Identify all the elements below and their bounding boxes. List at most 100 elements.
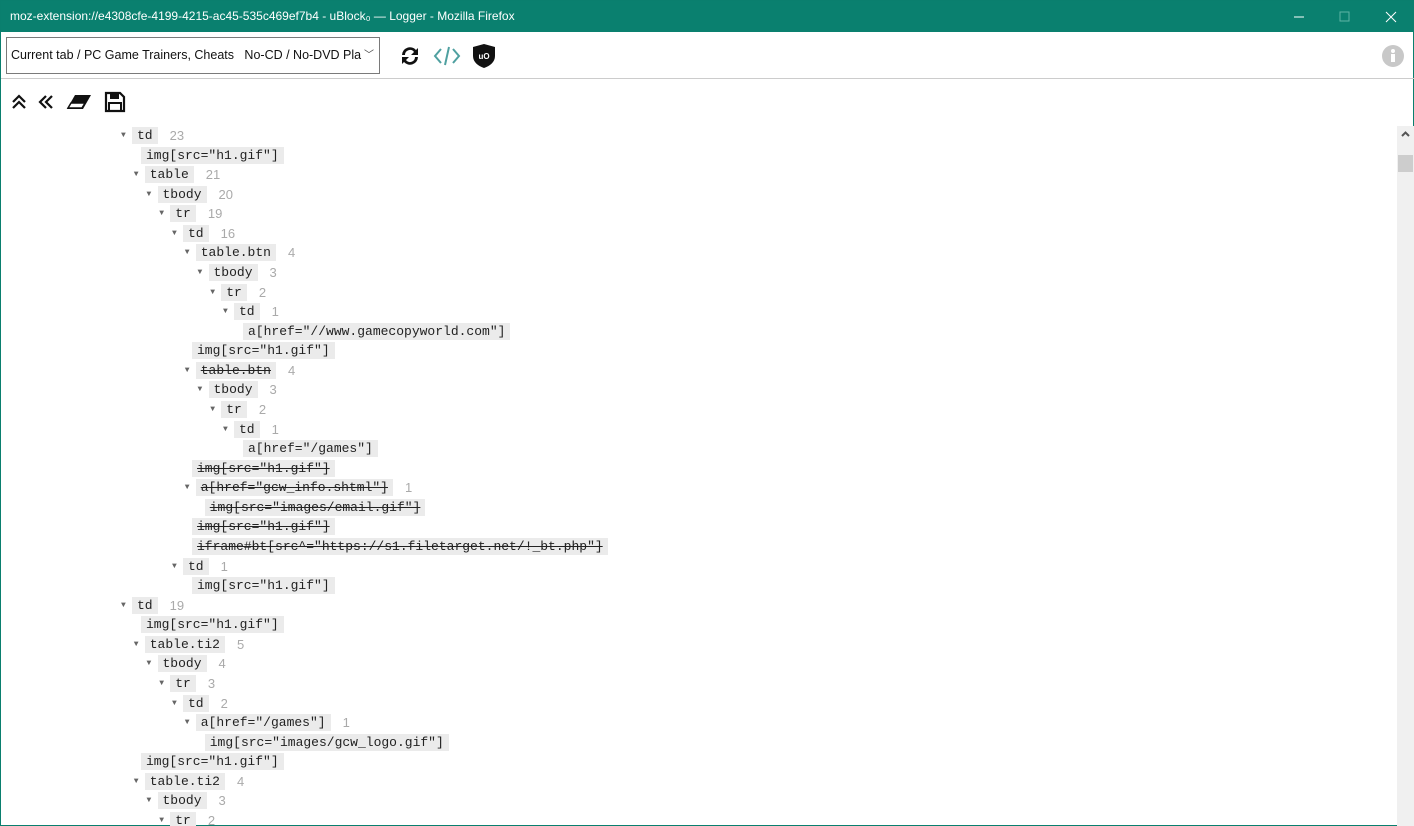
expand-toggle-icon[interactable]: ▼ (134, 635, 145, 654)
node-selector[interactable]: img[src="images/email.gif"] (204, 498, 426, 516)
minimize-button[interactable] (1276, 1, 1322, 32)
tree-node[interactable]: img[src="h1.gif"] (192, 576, 335, 595)
tree-node[interactable]: ▼ tbody 3 (198, 380, 277, 399)
tree-node[interactable]: ▼ td 16 (172, 224, 235, 243)
tree-node[interactable]: ▼ td 1 (172, 557, 228, 576)
node-selector[interactable]: td (183, 224, 209, 242)
node-selector[interactable]: img[src="h1.gif"] (192, 342, 335, 360)
tree-node[interactable]: ▼ tbody 3 (147, 791, 226, 810)
tree-node[interactable]: img[src="images/email.gif"] (204, 498, 426, 517)
node-selector[interactable]: tbody (157, 792, 207, 810)
node-selector[interactable]: a[href="//www.gamecopyworld.com"] (243, 322, 511, 340)
tree-node[interactable]: ▼ td 2 (172, 694, 228, 713)
expand-toggle-icon[interactable]: ▼ (147, 654, 158, 673)
scrollbar-thumb[interactable] (1398, 155, 1413, 172)
refresh-icon[interactable] (398, 44, 422, 73)
expand-toggle-icon[interactable]: ▼ (198, 263, 209, 282)
expand-toggle-icon[interactable]: ▼ (172, 224, 183, 243)
node-selector[interactable]: tbody (157, 185, 207, 203)
collapse-left-icon[interactable] (38, 94, 54, 115)
tree-node[interactable]: ▼ table.ti2 5 (134, 635, 244, 654)
expand-toggle-icon[interactable]: ▼ (159, 811, 170, 826)
expand-toggle-icon[interactable]: ▼ (159, 674, 170, 693)
node-selector[interactable]: table.ti2 (144, 772, 225, 790)
expand-toggle-icon[interactable]: ▼ (147, 791, 158, 810)
tree-node[interactable]: img[src="h1.gif"] (141, 752, 284, 771)
node-selector[interactable]: img[src="h1.gif"] (192, 518, 335, 536)
node-selector[interactable]: td (234, 420, 260, 438)
ublock-shield-icon[interactable]: uO (472, 43, 496, 74)
tab-selector[interactable]: Current tab / PC Game Trainers, Cheats N… (6, 37, 380, 74)
tree-node[interactable]: ▼ tbody 20 (147, 185, 233, 204)
expand-toggle-icon[interactable]: ▼ (172, 694, 183, 713)
node-selector[interactable]: img[src="images/gcw_logo.gif"] (204, 733, 449, 751)
node-selector[interactable]: tr (170, 811, 196, 826)
node-selector[interactable]: img[src="h1.gif"] (141, 146, 284, 164)
node-selector[interactable]: table (144, 166, 194, 184)
tree-node[interactable]: ▼ td 23 (121, 126, 184, 145)
tree-node[interactable]: ▼ table.btn 4 (185, 361, 295, 380)
tree-node[interactable]: ▼ tr 3 (159, 674, 215, 693)
node-selector[interactable]: table.ti2 (144, 635, 225, 653)
node-selector[interactable]: table.btn (195, 361, 276, 379)
node-selector[interactable]: td (132, 127, 158, 144)
expand-toggle-icon[interactable]: ▼ (172, 557, 183, 576)
node-selector[interactable]: tbody (208, 263, 258, 281)
expand-toggle-icon[interactable]: ▼ (198, 380, 209, 399)
expand-toggle-icon[interactable]: ▼ (185, 478, 196, 497)
save-icon[interactable] (104, 91, 126, 118)
tree-node[interactable]: ▼ a[href="/games"] 1 (185, 713, 350, 732)
tree-node[interactable]: ▼ tr 19 (159, 204, 222, 223)
close-button[interactable] (1368, 1, 1414, 32)
info-icon[interactable] (1382, 45, 1404, 72)
scroll-up-icon[interactable] (1401, 131, 1410, 137)
tree-node[interactable]: a[href="//www.gamecopyworld.com"] (243, 322, 511, 341)
expand-toggle-icon[interactable]: ▼ (223, 302, 234, 321)
node-selector[interactable]: a[href="/games"] (195, 714, 331, 732)
expand-toggle-icon[interactable]: ▼ (210, 400, 221, 419)
node-selector[interactable]: td (183, 557, 209, 575)
tree-node[interactable]: img[src="h1.gif"] (192, 341, 335, 360)
collapse-all-icon[interactable] (11, 94, 27, 115)
node-selector[interactable]: td (234, 303, 260, 321)
node-selector[interactable]: tbody (208, 381, 258, 399)
tree-node[interactable]: ▼ td 1 (223, 420, 279, 439)
node-selector[interactable]: tr (221, 400, 247, 418)
expand-toggle-icon[interactable]: ▼ (121, 126, 132, 145)
tree-node[interactable]: img[src="h1.gif"] (141, 146, 284, 165)
expand-toggle-icon[interactable]: ▼ (147, 185, 158, 204)
eraser-icon[interactable] (65, 93, 93, 116)
tree-node[interactable]: a[href="/games"] (243, 439, 378, 458)
tree-node[interactable]: ▼ tbody 4 (147, 654, 226, 673)
tree-node[interactable]: ▼ tr 2 (159, 811, 215, 826)
tree-node[interactable]: ▼ table.btn 4 (185, 243, 295, 262)
expand-toggle-icon[interactable]: ▼ (223, 420, 234, 439)
node-selector[interactable]: img[src="h1.gif"] (141, 753, 284, 771)
tree-node[interactable]: img[src="h1.gif"] (192, 459, 335, 478)
tree-node[interactable]: img[src="h1.gif"] (141, 615, 284, 634)
node-selector[interactable]: tr (221, 283, 247, 301)
maximize-button[interactable] (1322, 1, 1368, 32)
tree-node[interactable]: ▼ tr 2 (210, 283, 266, 302)
tree-node[interactable]: ▼ a[href="gcw_info.shtml"] 1 (185, 478, 412, 497)
node-selector[interactable]: tr (170, 205, 196, 223)
node-selector[interactable]: iframe#bt[src^="https://s1.filetarget.ne… (192, 537, 608, 555)
tree-node[interactable]: ▼ table 21 (134, 165, 220, 184)
tree-node[interactable]: iframe#bt[src^="https://s1.filetarget.ne… (192, 537, 608, 556)
expand-toggle-icon[interactable]: ▼ (185, 361, 196, 380)
node-selector[interactable]: tr (170, 674, 196, 692)
code-icon[interactable] (433, 44, 461, 73)
tree-node[interactable]: ▼ table.ti2 4 (134, 772, 244, 791)
tree-node[interactable]: ▼ tr 2 (210, 400, 266, 419)
expand-toggle-icon[interactable]: ▼ (134, 772, 145, 791)
node-selector[interactable]: tbody (157, 655, 207, 673)
node-selector[interactable]: img[src="h1.gif"] (192, 577, 335, 595)
node-selector[interactable]: img[src="h1.gif"] (192, 459, 335, 477)
expand-toggle-icon[interactable]: ▼ (134, 165, 145, 184)
node-selector[interactable]: td (132, 596, 158, 614)
node-selector[interactable]: table.btn (195, 244, 276, 262)
tree-node[interactable]: ▼ td 1 (223, 302, 279, 321)
expand-toggle-icon[interactable]: ▼ (121, 596, 132, 615)
expand-toggle-icon[interactable]: ▼ (185, 713, 196, 732)
vertical-scrollbar[interactable] (1397, 126, 1414, 826)
